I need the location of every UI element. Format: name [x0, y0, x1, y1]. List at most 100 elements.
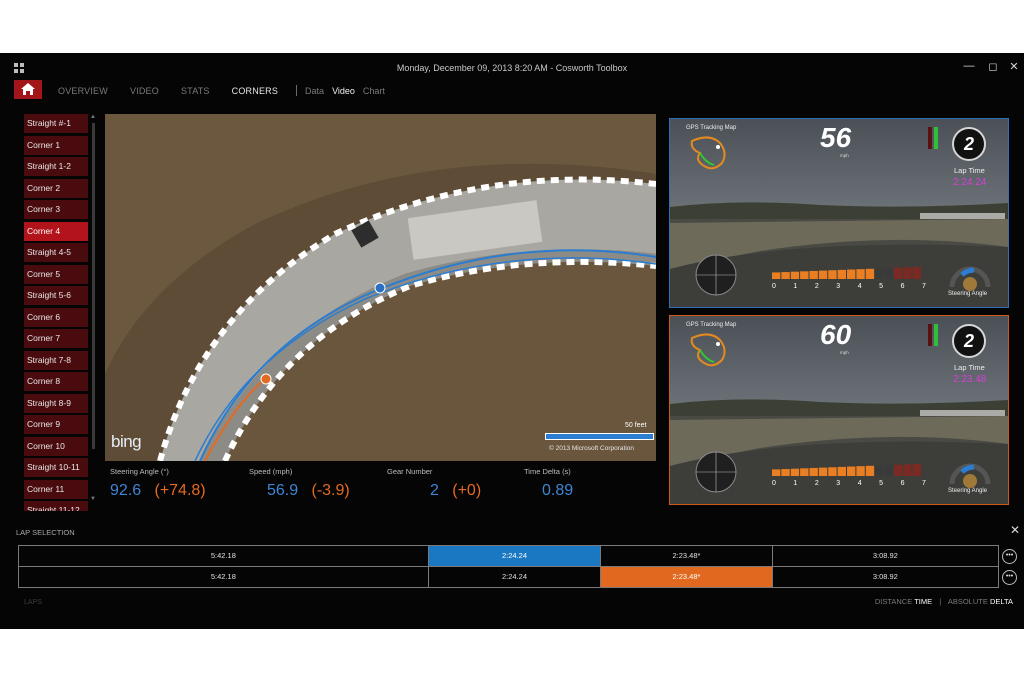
- segment-item[interactable]: Corner 8: [24, 372, 88, 391]
- segment-item[interactable]: Straight #-1: [24, 114, 88, 133]
- speed-unit: mph: [840, 350, 849, 355]
- video-panel-lap-b[interactable]: 0 1 2 3 4 5 6 7 GPS Tracking Map 60 mph 2 Lap Time 2:…: [669, 315, 1009, 505]
- rpm-tick-label: 0: [772, 480, 776, 487]
- speed-readout: 56: [820, 122, 852, 153]
- readout-label: Time Delta (s): [524, 467, 571, 476]
- lap-cell[interactable]: 2:24.24: [428, 546, 602, 566]
- scroll-up-icon[interactable]: ▲: [90, 114, 96, 120]
- lap-row: 5:42.18 2:24.24 2:23.48* 3:08.92: [19, 567, 998, 587]
- rpm-segment: [837, 466, 846, 476]
- rpm-segment: [903, 267, 912, 279]
- lap-row-more-button[interactable]: •••: [1002, 570, 1017, 585]
- segment-item[interactable]: Straight 8-9: [24, 393, 88, 413]
- lap-selection-table: 5:42.18 2:24.24 2:23.48* 3:08.92 5:42.18 2:24…: [18, 545, 999, 588]
- lap-cell[interactable]: 2:23.48*: [601, 546, 773, 566]
- lap-cell[interactable]: 3:08.92: [773, 546, 998, 566]
- rpm-tick-label: 5: [879, 480, 883, 487]
- tab-overview[interactable]: OVERVIEW: [58, 86, 108, 96]
- readout-label: Speed (mph): [249, 467, 293, 476]
- map-copyright: © 2013 Microsoft Corporation: [549, 445, 634, 452]
- tab-corners[interactable]: CORNERS: [232, 86, 278, 96]
- readout-gear: Gear Number 2 (+0): [387, 467, 481, 500]
- toggle-distance[interactable]: DISTANCE: [875, 597, 912, 606]
- rpm-segment: [772, 469, 781, 476]
- readout-primary: 0.89: [542, 482, 574, 499]
- rpm-segment: [903, 464, 912, 476]
- rpm-segment: [790, 468, 800, 476]
- rpm-segment: [884, 268, 893, 279]
- lap-time-value: 2:24.24: [953, 177, 987, 188]
- segment-item[interactable]: Corner 11: [24, 479, 88, 499]
- segment-item[interactable]: Straight 10-11: [24, 458, 88, 477]
- subtab-data[interactable]: Data: [305, 86, 324, 96]
- maximize-button[interactable]: ◻: [986, 60, 1000, 73]
- segment-item[interactable]: Straight 11-12: [24, 501, 88, 511]
- toggle-absolute[interactable]: ABSOLUTE: [948, 597, 988, 606]
- bing-logo: bing: [111, 432, 142, 451]
- segment-scrollbar[interactable]: [92, 123, 95, 449]
- lap-cell[interactable]: 2:23.48*: [601, 567, 773, 587]
- segment-item[interactable]: Corner 2: [24, 178, 88, 198]
- readout-primary: 92.6: [110, 482, 142, 499]
- lap-cell[interactable]: 5:42.18: [19, 546, 429, 566]
- rpm-segment: [790, 271, 800, 279]
- segment-item[interactable]: Corner 7: [24, 329, 88, 348]
- rpm-segment: [781, 272, 790, 279]
- readout-speed: Speed (mph) 56.9 (-3.9): [249, 467, 350, 500]
- minimize-button[interactable]: —: [962, 60, 976, 72]
- scroll-down-icon[interactable]: ▼: [90, 496, 96, 502]
- close-button[interactable]: ✕: [1007, 60, 1021, 73]
- subtab-video[interactable]: Video: [332, 86, 355, 96]
- segment-item[interactable]: Straight 4-5: [24, 243, 88, 262]
- map-scale-bar: [545, 433, 654, 440]
- title-bar: Monday, December 09, 2013 8:20 AM - Cosw…: [0, 53, 1024, 83]
- subtab-chart[interactable]: Chart: [363, 86, 385, 96]
- rpm-segment: [828, 467, 837, 476]
- rpm-tick-label: 5: [879, 283, 883, 290]
- segment-item[interactable]: Corner 10: [24, 436, 88, 456]
- segment-item[interactable]: Corner 6: [24, 307, 88, 327]
- readout-time-delta: Time Delta (s) 0.89: [524, 467, 573, 500]
- toggle-time[interactable]: TIME: [914, 597, 932, 606]
- rpm-tick-label: 6: [901, 283, 905, 290]
- home-icon: [21, 83, 35, 95]
- map-scale-label: 50 feet: [625, 422, 647, 429]
- track-map[interactable]: bing 50 feet © 2013 Microsoft Corporatio…: [105, 114, 656, 461]
- app-window: Monday, December 09, 2013 8:20 AM - Cosw…: [0, 53, 1024, 629]
- lap-cell[interactable]: 5:42.18: [19, 567, 429, 587]
- rpm-tick-label: 2: [815, 480, 819, 487]
- tab-stats[interactable]: STATS: [181, 86, 210, 96]
- segment-item[interactable]: Corner 3: [24, 200, 88, 219]
- rpm-segment: [847, 269, 856, 279]
- rpm-segment: [912, 464, 921, 476]
- readout-delta: (+0): [452, 482, 482, 499]
- rpm-segment: [875, 268, 884, 279]
- segment-item[interactable]: Straight 5-6: [24, 286, 88, 305]
- rpm-segment: [856, 269, 865, 279]
- rpm-segment: [772, 272, 781, 279]
- segment-item[interactable]: Corner 4: [24, 221, 88, 241]
- lap-selection-close-button[interactable]: ✕: [1010, 523, 1020, 537]
- tab-video[interactable]: VIDEO: [130, 86, 159, 96]
- speed-unit: mph: [840, 153, 849, 158]
- rpm-segment: [828, 270, 837, 279]
- lap-cell[interactable]: 2:24.24: [429, 567, 602, 587]
- home-button[interactable]: [14, 80, 42, 99]
- rpm-segment: [865, 268, 875, 279]
- toggle-delta[interactable]: DELTA: [990, 597, 1013, 606]
- lap-row-more-button[interactable]: •••: [1002, 549, 1017, 564]
- rpm-tick-label: 2: [815, 283, 819, 290]
- gear-indicator: 2: [952, 324, 986, 358]
- video-panel-lap-a[interactable]: 0 1 2 3 4 5 6 7 GPS Tracking Map 56 mph 2 Lap Time 2:…: [669, 118, 1009, 308]
- rpm-segment: [818, 270, 828, 279]
- segment-item[interactable]: Corner 9: [24, 415, 88, 434]
- segment-item[interactable]: Straight 1-2: [24, 157, 88, 176]
- readout-label: Gear Number: [387, 467, 433, 476]
- segment-item[interactable]: Corner 5: [24, 264, 88, 284]
- segment-item[interactable]: Corner 1: [24, 135, 88, 155]
- lap-time-label: Lap Time: [954, 363, 985, 372]
- speed-readout: 60: [820, 319, 852, 350]
- rpm-segment: [781, 469, 790, 476]
- segment-item[interactable]: Straight 7-8: [24, 350, 88, 370]
- lap-cell[interactable]: 3:08.92: [773, 567, 998, 587]
